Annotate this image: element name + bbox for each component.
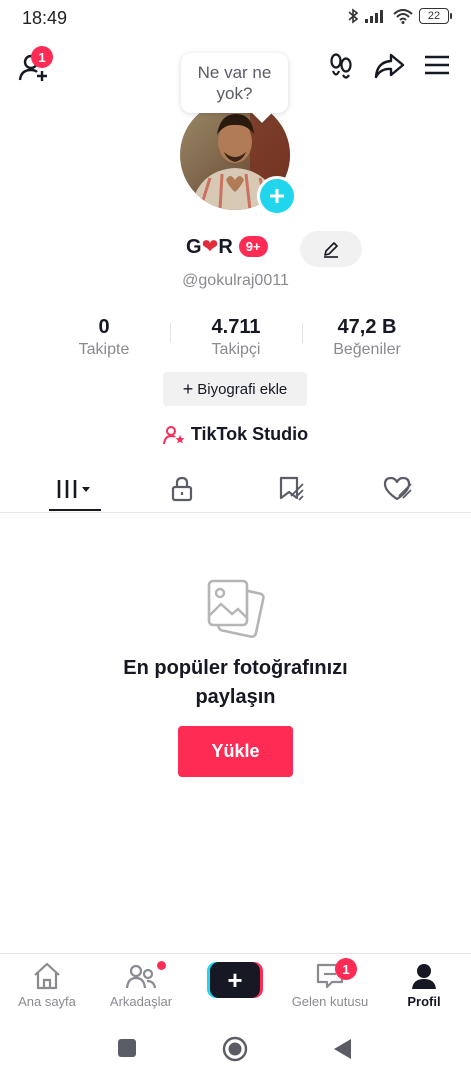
bluetooth-icon <box>348 8 359 24</box>
avatar-add-button[interactable] <box>257 176 297 216</box>
stat-following-label: Takipte <box>78 341 130 358</box>
stat-followers-label: Takipçi <box>211 341 261 358</box>
tab-private[interactable] <box>123 466 240 512</box>
friends-icon <box>125 964 157 989</box>
create-button[interactable]: + <box>207 962 263 998</box>
stat-followers-value: 4.711 <box>211 316 261 338</box>
menu-icon <box>425 55 449 75</box>
stat-likes[interactable]: 47,2 B Beğeniler <box>302 316 432 359</box>
status-time: 18:49 <box>22 8 68 28</box>
nav-home[interactable]: Ana sayfa <box>0 962 94 1009</box>
stat-followers[interactable]: 4.711 Takipçi <box>171 316 301 359</box>
plus-icon <box>270 189 284 203</box>
nav-profile[interactable]: Profil <box>377 962 471 1009</box>
signal-icon <box>365 10 383 23</box>
stat-following[interactable]: 0 Takipte <box>39 316 169 359</box>
edit-profile-button[interactable] <box>300 231 362 267</box>
friends-notification-dot <box>157 961 166 970</box>
share-icon <box>374 53 405 79</box>
upload-button[interactable]: Yükle <box>178 726 293 777</box>
footprints-button[interactable] <box>325 50 357 82</box>
photo-icon <box>206 578 266 645</box>
stat-likes-value: 47,2 B <box>337 316 397 338</box>
status-bar: 18:49 22 <box>0 0 471 36</box>
plus-icon: + <box>182 378 194 399</box>
display-name-start: G <box>186 236 202 258</box>
studio-icon <box>162 425 185 444</box>
menu-button[interactable] <box>422 50 452 80</box>
inbox-badge: 1 <box>335 958 357 980</box>
tooltip-bubble: Ne var ne yok? <box>181 53 288 113</box>
create-plus-icon: + <box>210 962 260 998</box>
add-friend-badge: 1 <box>31 46 53 68</box>
username: @gokulraj0011 <box>182 272 289 289</box>
nav-friends-label: Arkadaşlar <box>109 994 173 1009</box>
system-nav-bar <box>0 1021 471 1080</box>
wifi-icon <box>393 8 413 24</box>
profile-icon <box>412 964 436 989</box>
tab-saved[interactable] <box>232 466 349 512</box>
home-icon <box>34 962 60 990</box>
tab-active-indicator <box>49 509 101 511</box>
nav-profile-label: Profil <box>407 994 441 1009</box>
share-button[interactable] <box>372 50 406 82</box>
display-name-row: G❤R 9+ <box>186 234 268 259</box>
tiktok-studio-label: TikTok Studio <box>190 424 309 444</box>
stat-likes-label: Beğeniler <box>333 341 401 358</box>
nav-home-label: Ana sayfa <box>18 994 76 1009</box>
nav-inbox[interactable]: Gelen kutusu <box>283 962 377 1009</box>
back-icon[interactable] <box>332 1038 352 1060</box>
bottom-nav: Ana sayfa Arkadaşlar + Gelen kutusu 1 Pr… <box>0 953 471 1022</box>
empty-state-title-line1: En popüler fotoğrafınızı <box>123 657 348 679</box>
add-bio-button[interactable]: + Biyografi ekle <box>163 372 307 406</box>
empty-state-title: En popüler fotoğrafınızı paylaşın <box>0 654 471 712</box>
empty-state-title-line2: paylaşın <box>195 686 276 708</box>
tooltip-line2: yok? <box>216 84 253 103</box>
heart-emoji: ❤ <box>201 236 219 258</box>
footprints-icon <box>330 53 352 79</box>
tab-liked[interactable] <box>339 466 456 512</box>
tooltip-line1: Ne var ne <box>197 63 272 82</box>
nav-inbox-label: Gelen kutusu <box>291 994 369 1009</box>
circle-icon[interactable] <box>222 1036 248 1062</box>
tiktok-studio-link[interactable]: TikTok Studio <box>0 424 471 445</box>
liked-icon <box>383 476 412 501</box>
battery-icon: 22 <box>419 8 452 24</box>
add-bio-label: Biyografi ekle <box>197 380 288 398</box>
nav-friends[interactable]: Arkadaşlar <box>94 962 188 1009</box>
saved-icon <box>279 476 304 501</box>
display-name: G❤R <box>186 234 233 259</box>
lock-icon <box>171 476 192 502</box>
stat-following-value: 0 <box>98 316 110 338</box>
tab-videos[interactable] <box>16 466 133 512</box>
square-icon[interactable] <box>118 1039 136 1057</box>
status-icons: 22 <box>347 8 452 24</box>
display-name-end: R <box>218 236 233 258</box>
tabs-divider <box>0 512 471 513</box>
edit-icon <box>324 242 338 258</box>
notification-badge: 9+ <box>238 236 268 257</box>
grid-icon <box>57 480 90 498</box>
